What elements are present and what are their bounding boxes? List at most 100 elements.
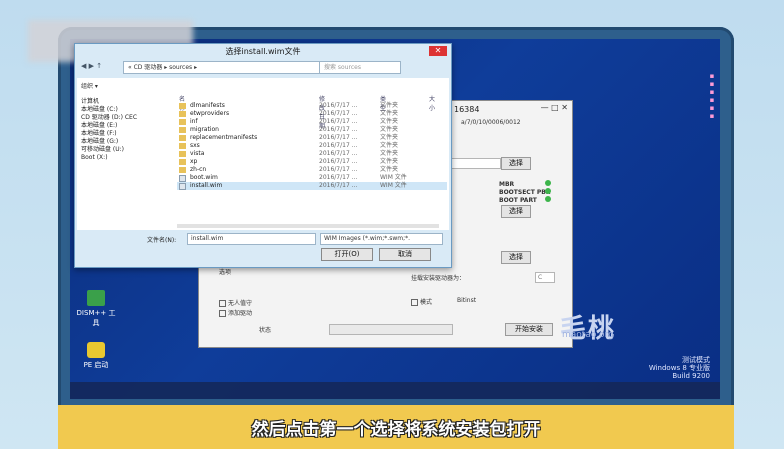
- subtitle-bar: 然后点击第一个选择将系统安装包打开: [58, 405, 734, 449]
- file-icon: [179, 183, 186, 190]
- file-list: dlmanifests 2016/7/17 ... 文件夹 etwproviders 2…: [177, 102, 447, 190]
- winver-line: Windows 8 专业版: [648, 364, 710, 372]
- file-row[interactable]: inf 2016/7/17 ... 文件夹: [177, 118, 447, 126]
- subtitle-text: 然后点击第一个选择将系统安装包打开: [251, 420, 541, 440]
- file-date: 2016/7/17 ...: [319, 118, 358, 125]
- options-label: 选项: [219, 269, 232, 276]
- folder-icon: [179, 159, 186, 165]
- checkbox-unattended[interactable]: 无人值守: [219, 298, 252, 307]
- file-name: boot.wim: [190, 174, 218, 181]
- open-button[interactable]: 打开(O): [321, 248, 373, 261]
- installer-title: 16384: [454, 105, 480, 114]
- folder-icon: [179, 135, 186, 141]
- file-row[interactable]: vista 2016/7/17 ... 文件夹: [177, 150, 447, 158]
- desktop-icon-label: DISM++ 工具: [76, 309, 116, 327]
- file-icon: [179, 175, 186, 182]
- nav-item[interactable]: 本地磁盘 (C:): [81, 106, 173, 114]
- file-type: 文件夹: [380, 126, 399, 133]
- file-type: 文件夹: [380, 166, 399, 173]
- folder-icon: [179, 111, 186, 117]
- filetype-select[interactable]: WIM Images (*.wim;*.swm;*.: [320, 233, 443, 245]
- bootsect-label: BOOTSECT PBR: [499, 189, 551, 196]
- file-date: 2016/7/17 ...: [319, 126, 358, 133]
- nav-item[interactable]: CD 驱动器 (D:) CEC: [81, 114, 173, 122]
- desktop-icon-pe[interactable]: PE 启动: [74, 342, 118, 370]
- nav-item[interactable]: 本地磁盘 (F:): [81, 130, 173, 138]
- nav-arrows[interactable]: ◀ ▶ ↑: [81, 62, 102, 70]
- file-name: sxs: [190, 142, 200, 149]
- file-row[interactable]: zh-cn 2016/7/17 ... 文件夹: [177, 166, 447, 174]
- file-row[interactable]: install.wim 2016/7/17 ... WIM 文件: [177, 182, 447, 190]
- bootpart-status-dot: [545, 196, 551, 202]
- installer-path: a/7/0/10/0006/0012: [461, 119, 521, 126]
- file-row[interactable]: boot.wim 2016/7/17 ... WIM 文件: [177, 174, 447, 182]
- file-date: 2016/7/17 ...: [319, 150, 358, 157]
- file-type: 文件夹: [380, 102, 399, 109]
- file-date: 2016/7/17 ...: [319, 166, 358, 173]
- filename-label: 文件名(N):: [147, 237, 177, 244]
- nav-item[interactable]: 可移动磁盘 (U:): [81, 146, 173, 154]
- file-row[interactable]: migration 2016/7/17 ... 文件夹: [177, 126, 447, 134]
- progress-bar: [329, 324, 453, 335]
- nav-tree: 计算机 本地磁盘 (C:) CD 驱动器 (D:) CEC 本地磁盘 (E:) …: [81, 98, 173, 162]
- file-type: 文件夹: [380, 118, 399, 125]
- mode-value: Bitinst: [457, 297, 477, 304]
- close-icon[interactable]: ✕: [429, 46, 447, 56]
- file-type: 文件夹: [380, 134, 399, 141]
- file-name: replacementmanifests: [190, 134, 258, 141]
- winver-line: Build 9200: [672, 372, 710, 380]
- nav-item[interactable]: 本地磁盘 (G:): [81, 138, 173, 146]
- organize-menu[interactable]: 组织 ▾: [81, 81, 98, 90]
- file-date: 2016/7/17 ...: [319, 158, 358, 165]
- desktop-icon-dism[interactable]: DISM++ 工具: [74, 290, 118, 328]
- checkbox-label: 添加驱动: [228, 310, 253, 317]
- file-type: 文件夹: [380, 110, 399, 117]
- installer-source-field[interactable]: [449, 158, 501, 169]
- mbr-label: MBR: [499, 181, 515, 188]
- cancel-button[interactable]: 取消: [379, 248, 431, 261]
- file-name: xp: [190, 158, 198, 165]
- address-bar[interactable]: « CD 驱动器 ▸ sources ▸: [123, 61, 321, 74]
- file-row[interactable]: dlmanifests 2016/7/17 ... 文件夹: [177, 102, 447, 110]
- file-date: 2016/7/17 ...: [319, 102, 358, 109]
- start-install-button[interactable]: 开始安装: [505, 323, 553, 336]
- bootsect-status-dot: [545, 188, 551, 194]
- file-type: WIM 文件: [380, 182, 407, 189]
- dialog-title: 选择install.wim文件: [225, 47, 301, 56]
- checkbox-label: 模式: [420, 299, 433, 306]
- file-row[interactable]: xp 2016/7/17 ... 文件夹: [177, 158, 447, 166]
- select-button-2[interactable]: 选择: [501, 205, 531, 218]
- winver-line: 测试模式: [682, 356, 710, 364]
- file-date: 2016/7/17 ...: [319, 182, 358, 189]
- select-button-3[interactable]: 选择: [501, 251, 531, 264]
- file-date: 2016/7/17 ...: [319, 110, 358, 117]
- file-name: install.wim: [190, 182, 223, 189]
- search-input[interactable]: 搜索 sources: [319, 61, 401, 74]
- file-name: vista: [190, 150, 205, 157]
- folder-icon: [179, 103, 186, 109]
- checkbox-add-driver[interactable]: 添加驱动: [219, 308, 252, 317]
- select-button-1[interactable]: 选择: [501, 157, 531, 170]
- horizontal-scrollbar[interactable]: [177, 224, 439, 228]
- file-row[interactable]: etwproviders 2016/7/17 ... 文件夹: [177, 110, 447, 118]
- folder-icon: [179, 151, 186, 157]
- file-row[interactable]: sxs 2016/7/17 ... 文件夹: [177, 142, 447, 150]
- checkbox-mode[interactable]: 模式: [411, 297, 432, 306]
- checkbox-icon: [219, 300, 226, 307]
- file-name: zh-cn: [190, 166, 207, 173]
- open-file-dialog: 选择install.wim文件 ✕ ◀ ▶ ↑ « CD 驱动器 ▸ sourc…: [74, 43, 452, 268]
- file-name: inf: [190, 118, 198, 125]
- nav-item[interactable]: 计算机: [81, 98, 173, 106]
- filename-input[interactable]: install.wim: [187, 233, 316, 245]
- desktop-icon-label: PE 启动: [83, 361, 109, 369]
- nav-item[interactable]: Boot (X:): [81, 154, 173, 162]
- folder-icon: [179, 127, 186, 133]
- mbr-status-dot: [545, 180, 551, 186]
- window-controls[interactable]: — □ ✕: [541, 103, 568, 112]
- nav-item[interactable]: 本地磁盘 (E:): [81, 122, 173, 130]
- file-row[interactable]: replacementmanifests 2016/7/17 ... 文件夹: [177, 134, 447, 142]
- file-type: 文件夹: [380, 150, 399, 157]
- file-type: 文件夹: [380, 158, 399, 165]
- drive-select[interactable]: C: [535, 272, 555, 283]
- file-name: etwproviders: [190, 110, 230, 117]
